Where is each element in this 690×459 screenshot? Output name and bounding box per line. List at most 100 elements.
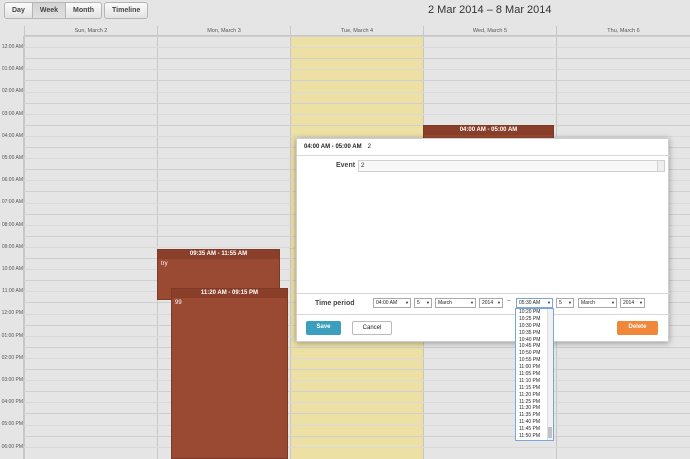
start-time-select[interactable]: 04:00 AM ▼ (373, 298, 411, 308)
hour-gridline (24, 435, 690, 437)
time-separator: – (507, 298, 511, 304)
end-day-value: 5 (559, 300, 562, 306)
caret-down-icon: ▼ (426, 300, 430, 305)
save-button[interactable]: Save (306, 321, 341, 335)
column-header-wed: Wed, March 5 (423, 26, 556, 36)
dropdown-scrollbar[interactable] (547, 309, 553, 440)
hour-gridline (24, 346, 690, 348)
start-day-value: 5 (417, 300, 420, 306)
caret-down-icon: ▼ (497, 300, 501, 305)
end-day-select[interactable]: 5 ▼ (556, 298, 574, 308)
current-time-marker: ··· (289, 246, 295, 252)
end-time-select[interactable]: 05:30 AM ▼ (516, 298, 553, 308)
hour-label: 06:00 AM (1, 177, 23, 184)
toolbar: Day Week Month Timeline 2 Mar 2014 – 8 M… (0, 0, 690, 24)
start-time-value: 04:00 AM (376, 300, 398, 306)
event-text: try (161, 261, 168, 267)
event-99[interactable]: 11:20 AM - 09:15 PM 99 (171, 288, 288, 459)
lightbox-title-time: 04:00 AM - 05:00 AM (304, 144, 362, 150)
event-lightbox: 04:00 AM - 05:00 AM 2 Event 2 Time period… (296, 138, 670, 342)
column-header-tue: Tue, March 4 (290, 26, 423, 36)
hour-label: 12:00 AM (1, 44, 23, 50)
end-month-select[interactable]: March ▼ (578, 298, 617, 308)
column-header-sun: Sun, March 2 (24, 26, 157, 36)
start-month-select[interactable]: March ▼ (435, 298, 476, 308)
event-text: 99 (175, 300, 182, 306)
half-hour-gridline (24, 47, 690, 49)
hour-label: 01:00 PM (1, 332, 23, 339)
time-scale: 12:00 AM 01:00 AM 02:00 AM 03:00 AM 04:00 AM… (0, 36, 24, 459)
end-time-value: 05:30 AM (519, 300, 541, 306)
hour-gridline (24, 80, 690, 82)
hour-label: 01:00 AM (1, 66, 23, 73)
end-month-value: March (581, 300, 595, 306)
start-day-select[interactable]: 5 ▼ (414, 298, 432, 308)
time-period-label: Time period (315, 300, 355, 307)
hour-label: 03:00 AM (1, 110, 23, 117)
half-hour-gridline (24, 91, 690, 93)
hour-label: 02:00 PM (1, 354, 23, 361)
start-month-value: March (438, 300, 452, 306)
caret-down-icon: ▼ (639, 300, 643, 305)
event-label: Event (336, 162, 356, 169)
divider (297, 314, 670, 315)
start-year-select[interactable]: 2014 ▼ (479, 298, 503, 308)
half-hour-gridline (24, 135, 690, 137)
caret-down-icon: ▼ (611, 300, 615, 305)
hour-label: 11:00 AM (2, 288, 23, 295)
dropdown-option[interactable]: 11:55 PM (516, 440, 553, 441)
event-time: 11:20 AM - 09:15 PM (172, 289, 287, 298)
half-hour-gridline (24, 380, 690, 382)
column-header-mon: Mon, March 3 (157, 26, 290, 36)
hour-gridline (24, 124, 690, 126)
caret-down-icon: ▼ (405, 300, 409, 305)
half-hour-gridline (24, 446, 690, 448)
end-year-value: 2014 (623, 300, 635, 306)
view-switcher: Day Week Month (4, 2, 103, 19)
divider (297, 155, 670, 156)
dropdown-scroll-thumb[interactable] (548, 427, 552, 438)
textarea-scrollbar[interactable] (657, 161, 664, 171)
hour-label: 07:00 AM (1, 199, 23, 206)
event-time: 09:35 AM - 11:55 AM (158, 250, 279, 259)
caret-down-icon: ▼ (470, 300, 474, 305)
timeline-view-button[interactable]: Timeline (104, 2, 149, 19)
caret-down-icon: ▼ (568, 300, 572, 305)
half-hour-gridline (24, 69, 690, 71)
hour-label: 05:00 PM (1, 421, 23, 428)
hour-label: 05:00 AM (1, 155, 23, 161)
event-text-field[interactable]: 2 (358, 160, 665, 172)
event-text-value: 2 (361, 163, 365, 169)
day-view-button[interactable]: Day (4, 2, 33, 19)
divider (297, 293, 670, 294)
half-hour-gridline (24, 357, 690, 359)
event-time: 04:00 AM - 05:00 AM (424, 126, 553, 135)
half-hour-gridline (24, 113, 690, 115)
hour-label: 12:00 PM (1, 310, 23, 317)
end-year-select[interactable]: 2014 ▼ (620, 298, 645, 308)
start-year-value: 2014 (482, 300, 494, 306)
delete-button[interactable]: Delete (617, 321, 658, 335)
caret-down-icon: ▼ (547, 300, 551, 305)
hour-gridline (24, 413, 690, 415)
hour-label: 03:00 PM (1, 377, 23, 383)
lightbox-title: 04:00 AM - 05:00 AM 2 (304, 144, 371, 150)
hour-gridline (24, 58, 690, 60)
hour-label: 02:00 AM (1, 88, 23, 95)
hour-label: 09:00 AM (1, 243, 23, 250)
hour-label: 08:00 AM (1, 221, 23, 228)
hour-gridline (24, 391, 690, 393)
hour-label: 10:00 AM (1, 266, 23, 272)
hour-gridline (24, 36, 690, 37)
hour-label: 06:00 PM (1, 443, 23, 450)
hour-gridline (24, 102, 690, 104)
cancel-button[interactable]: Cancel (352, 321, 392, 335)
week-view-button[interactable]: Week (32, 2, 67, 19)
hour-label: 04:00 PM (1, 399, 23, 406)
half-hour-gridline (24, 424, 690, 426)
month-view-button[interactable]: Month (66, 2, 103, 19)
lightbox-title-text: 2 (367, 144, 371, 150)
end-time-dropdown-list[interactable]: 10:20 PM 10:25 PM 10:30 PM 10:35 PM 10:40 PM… (515, 308, 554, 441)
hour-gridline (24, 369, 690, 370)
event-2[interactable]: 04:00 AM - 05:00 AM (423, 125, 554, 139)
